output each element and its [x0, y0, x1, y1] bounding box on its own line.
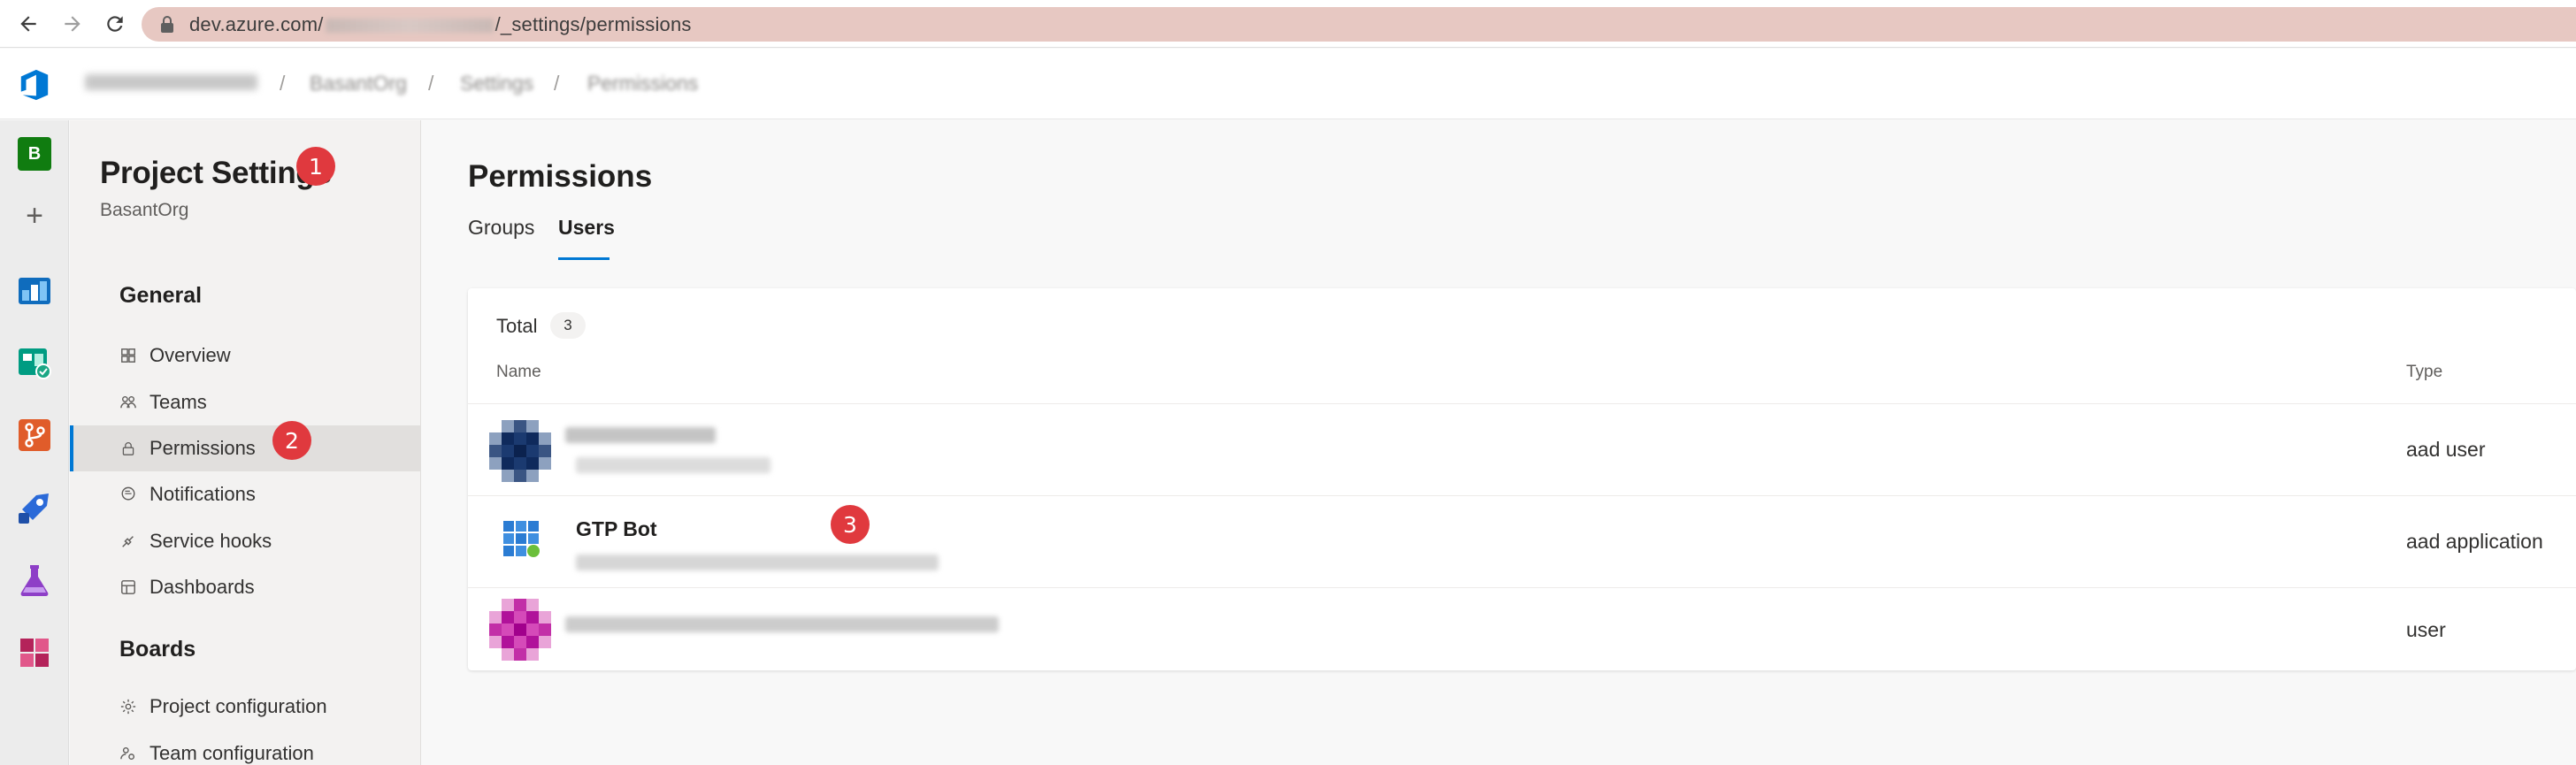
test-plans-icon — [20, 565, 49, 596]
reload-icon — [107, 16, 123, 32]
sidebar-item-overview[interactable]: Overview — [70, 333, 421, 379]
avatar — [489, 599, 551, 661]
user-type: aad user — [2406, 438, 2486, 461]
table-row[interactable]: aad user — [468, 403, 2576, 495]
left-rail: B + — [0, 120, 69, 765]
avatar — [489, 420, 551, 482]
url-prefix: dev.azure.com/ — [189, 12, 324, 35]
sidebar-item-dashboards[interactable]: Dashboards — [70, 564, 421, 610]
artifacts-nav[interactable] — [15, 633, 54, 672]
url-redacted — [325, 18, 494, 33]
pipelines-nav[interactable] — [15, 488, 54, 527]
overview-nav[interactable] — [15, 271, 54, 310]
user-type: user — [2406, 618, 2446, 641]
user-name: GTP Bot — [576, 517, 657, 540]
breadcrumb-project[interactable]: BasantOrg — [310, 72, 407, 96]
sidebar-item-label: Permissions — [150, 437, 256, 459]
browser-toolbar: dev.azure.com/ /_settings/permissions — [0, 0, 2576, 48]
arrow-left-icon — [20, 16, 36, 32]
test-plans-nav[interactable] — [15, 561, 54, 600]
boards-icon — [19, 348, 51, 379]
annotation-badge-3: 3 — [831, 505, 870, 544]
sidebar-item-notifications[interactable]: Notifications — [70, 471, 421, 517]
lock-icon — [161, 15, 173, 33]
sidebar-item-label: Team configuration — [150, 742, 314, 764]
teams-icon — [119, 394, 137, 411]
sidebar-item-project-configuration[interactable]: Project configuration — [70, 684, 421, 730]
sidebar-item-label: Overview — [150, 344, 231, 366]
sidebar-item-label: Teams — [150, 391, 207, 413]
sidebar-item-service-hooks[interactable]: Service hooks — [70, 518, 421, 564]
breadcrumb-org[interactable] — [85, 72, 257, 96]
forward-button[interactable] — [53, 7, 92, 41]
section-heading-boards: Boards — [119, 637, 196, 662]
breadcrumb-separator: / — [554, 72, 560, 95]
application-icon — [503, 521, 540, 557]
hook-icon — [119, 532, 137, 550]
team-config-icon — [119, 745, 137, 762]
lock-icon — [119, 440, 137, 457]
breadcrumb-settings[interactable]: Settings — [460, 72, 533, 96]
sidebar-item-label: Service hooks — [150, 530, 272, 552]
overview-icon — [19, 278, 50, 304]
sidebar-subtitle: BasantOrg — [100, 200, 189, 220]
column-header-type[interactable]: Type — [2406, 363, 2442, 382]
tab-selected-indicator — [558, 257, 610, 260]
project-settings-sidebar: Project Settings BasantOrg General Overv… — [70, 120, 421, 765]
reload-button[interactable] — [96, 7, 134, 41]
breadcrumb-separator: / — [280, 72, 286, 95]
tab-users[interactable]: Users — [558, 216, 615, 251]
plus-icon: + — [26, 198, 43, 233]
redacted-user-details — [565, 616, 999, 632]
pipelines-icon — [19, 493, 49, 524]
overview-icon — [119, 347, 137, 364]
app-header: / BasantOrg / Settings / Permissions — [0, 49, 2576, 119]
table-row[interactable]: GTP Bot 3 aad application — [468, 495, 2576, 587]
address-bar[interactable]: dev.azure.com/ /_settings/permissions — [142, 7, 2576, 42]
org-initial: B — [18, 137, 51, 171]
repos-nav[interactable] — [15, 416, 54, 455]
annotation-badge-2: 2 — [272, 421, 311, 460]
sidebar-item-label: Project configuration — [150, 695, 327, 717]
page-title: Permissions — [468, 159, 653, 194]
redacted-email — [576, 457, 770, 473]
chat-icon — [119, 486, 137, 503]
section-heading-general: General — [119, 283, 203, 308]
column-header-name[interactable]: Name — [496, 363, 541, 382]
table-row[interactable]: user — [468, 587, 2576, 670]
arrow-right-icon — [65, 16, 80, 32]
boards-nav[interactable] — [15, 343, 54, 382]
user-type: aad application — [2406, 530, 2543, 553]
main-content: Permissions Groups Users Total 3 Name Ty… — [422, 120, 2576, 765]
azure-devops-logo-icon[interactable] — [18, 68, 51, 102]
redacted-app-id — [576, 555, 939, 570]
total-label: Total — [496, 315, 538, 337]
add-project-button[interactable]: + — [15, 196, 54, 235]
tab-groups[interactable]: Groups — [468, 216, 534, 251]
artifacts-icon — [20, 639, 49, 667]
breadcrumb-separator: / — [428, 72, 434, 95]
gear-icon — [119, 698, 137, 715]
total-count-badge: 3 — [550, 312, 586, 339]
annotation-badge-1: 1 — [296, 147, 335, 186]
sidebar-item-permissions[interactable]: Permissions — [70, 425, 421, 471]
repos-icon — [19, 419, 50, 451]
back-button[interactable] — [9, 7, 48, 41]
sidebar-item-team-configuration[interactable]: Team configuration — [70, 731, 421, 765]
url-text: dev.azure.com/ /_settings/permissions — [189, 13, 692, 36]
users-table-card: Total 3 Name Type aad user GTP Bot 3 aad… — [468, 288, 2576, 670]
breadcrumb-permissions[interactable]: Permissions — [587, 72, 698, 96]
sidebar-item-label: Notifications — [150, 483, 256, 505]
url-suffix: /_settings/permissions — [494, 12, 692, 35]
sidebar-item-teams[interactable]: Teams — [70, 379, 421, 425]
org-avatar[interactable]: B — [15, 134, 54, 173]
sidebar-item-label: Dashboards — [150, 576, 255, 598]
dashboard-icon — [119, 578, 137, 596]
redacted-name — [565, 427, 716, 443]
